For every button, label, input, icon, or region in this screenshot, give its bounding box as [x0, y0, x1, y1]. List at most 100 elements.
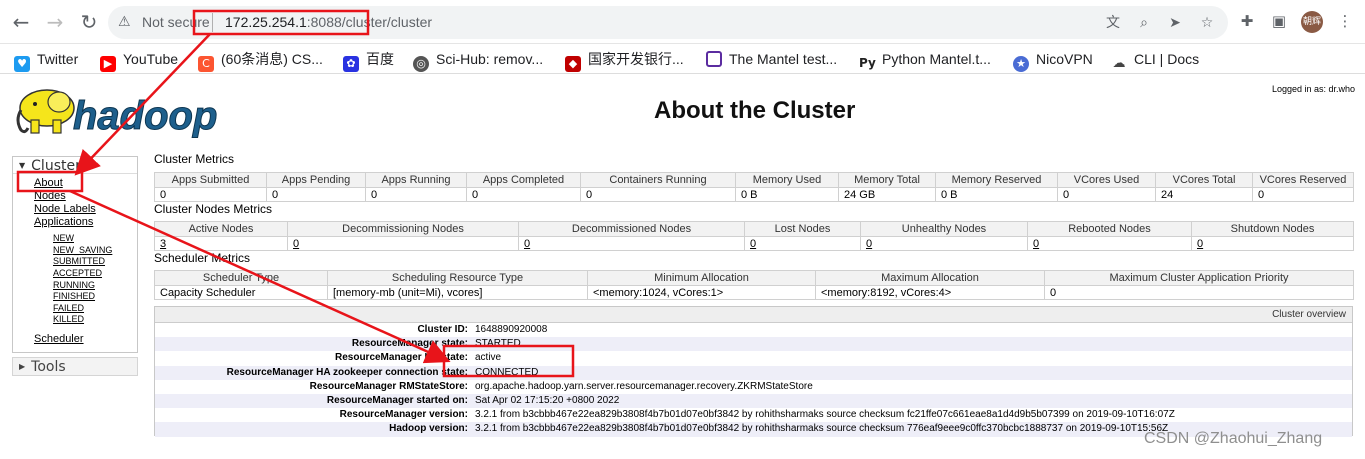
column-header: Containers Running	[580, 172, 736, 188]
sidebar-link-scheduler[interactable]: Scheduler	[34, 333, 84, 345]
table-cell: 0	[154, 187, 267, 202]
table-cell: <memory:8192, vCores:4>	[815, 285, 1045, 300]
column-header: Active Nodes	[154, 221, 288, 237]
sidebar-app-state[interactable]: FINISHED	[53, 291, 95, 301]
cluster-metrics-title: Cluster Metrics	[154, 152, 235, 166]
side-panel-icon[interactable]: ▣	[1268, 10, 1290, 32]
back-arrow-icon[interactable]: ←	[8, 9, 34, 35]
cluster-overview-title: Cluster overview	[155, 307, 1352, 323]
url-host: 172.25.254.1	[225, 14, 307, 30]
table-cell: 0	[266, 187, 366, 202]
column-header: Apps Running	[365, 172, 467, 188]
omnibox-separator	[212, 13, 213, 32]
profile-avatar[interactable]: 朝辉	[1301, 11, 1323, 33]
rebooted-nodes-link[interactable]: 0	[1027, 236, 1192, 251]
zoom-icon[interactable]: ⌕	[1134, 13, 1154, 33]
overview-row: ResourceManager HA zookeeper connection …	[155, 365, 1352, 380]
svg-text:hadoop: hadoop	[73, 94, 217, 138]
overview-value: STARTED	[475, 338, 521, 350]
address-bar[interactable]: ⚠ Not secure 172.25.254.1:8088/cluster/c…	[108, 6, 1228, 39]
bookmark-twitter[interactable]: ♥ Twitter	[14, 49, 78, 72]
bookmark-baidu[interactable]: ✿ 百度	[343, 49, 394, 72]
table-cell: 0	[1057, 187, 1156, 202]
sidebar-app-state[interactable]: RUNNING	[53, 280, 95, 290]
sidebar-link-applications[interactable]: Applications	[34, 216, 93, 228]
column-header: Scheduler Type	[154, 270, 328, 286]
overview-label: ResourceManager started on:	[326, 394, 468, 406]
bookmark-star-icon[interactable]: ☆	[1197, 13, 1217, 33]
overview-value: org.apache.hadoop.yarn.server.resourcema…	[475, 380, 813, 392]
sidebar-app-state[interactable]: ACCEPTED	[53, 268, 102, 278]
extensions-puzzle-icon[interactable]: ✚	[1236, 10, 1258, 32]
table-cell: 24 GB	[838, 187, 936, 202]
py-icon: Py	[859, 55, 876, 71]
node-metrics-title: Cluster Nodes Metrics	[154, 202, 273, 216]
table-header-row: Apps Submitted Apps Pending Apps Running…	[154, 172, 1354, 188]
sidebar-app-state[interactable]: SUBMITTED	[53, 256, 105, 266]
hadoop-page: Logged in as: dr.who hadoop About the Cl…	[0, 75, 1365, 459]
column-header: VCores Total	[1155, 172, 1253, 188]
forward-arrow-icon[interactable]: →	[42, 9, 68, 35]
sidebar-tools-header[interactable]: ▶ Tools	[12, 357, 138, 376]
overview-label: Hadoop version:	[389, 423, 468, 435]
shutdown-nodes-link[interactable]: 0	[1191, 236, 1354, 251]
table-cell: 24	[1155, 187, 1253, 202]
overview-label: ResourceManager HA state:	[334, 352, 468, 364]
browser-toolbar: ← → ↻ ⚠ Not secure 172.25.254.1:8088/clu…	[0, 0, 1365, 44]
lost-nodes-link[interactable]: 0	[744, 236, 861, 251]
bookmark-cdb[interactable]: ◆ 国家开发银行...	[565, 49, 684, 72]
bookmark-csdn[interactable]: C (60条消息) CS...	[198, 49, 323, 72]
sidebar-link-nodes[interactable]: Nodes	[34, 190, 66, 202]
column-header: Apps Submitted	[154, 172, 267, 188]
sidebar-link-node-labels[interactable]: Node Labels	[34, 203, 96, 215]
overview-label: ResourceManager version:	[339, 409, 468, 421]
bookmark-python-mantel[interactable]: Py Python Mantel.t...	[859, 49, 991, 71]
decommissioning-nodes-link[interactable]: 0	[287, 236, 519, 251]
overview-row: Cluster ID: 1648890920008	[155, 323, 1352, 337]
overview-label: ResourceManager RMStateStore:	[309, 380, 468, 392]
overview-row: ResourceManager version: 3.2.1 from b3cbb…	[155, 408, 1352, 422]
triangle-right-icon: ▶	[19, 362, 26, 371]
decommissioned-nodes-link[interactable]: 0	[518, 236, 745, 251]
column-header: Rebooted Nodes	[1027, 221, 1192, 237]
bookmark-nicovpn[interactable]: ★ NicoVPN	[1013, 49, 1093, 72]
bookmark-youtube[interactable]: ▶ YouTube	[100, 49, 178, 72]
sidebar-link-about[interactable]: About	[34, 177, 63, 189]
sidebar-app-state[interactable]: FAILED	[53, 303, 84, 313]
active-nodes-link[interactable]: 3	[154, 236, 288, 251]
bookmark-mantel[interactable]: The Mantel test...	[706, 49, 837, 69]
sidebar-cluster-header[interactable]: ▼ Cluster	[13, 157, 137, 174]
send-tab-icon[interactable]: ➤	[1165, 13, 1185, 33]
kebab-menu-icon[interactable]: ⋮	[1334, 10, 1356, 32]
unhealthy-nodes-link[interactable]: 0	[860, 236, 1028, 251]
youtube-play-icon: ▶	[100, 56, 116, 72]
translate-icon[interactable]: 文	[1103, 13, 1123, 33]
column-header: Maximum Cluster Application Priority	[1044, 270, 1354, 286]
table-row: 3 0 0 0 0 0 0	[154, 236, 1354, 251]
table-cell: Capacity Scheduler	[154, 285, 328, 300]
overview-row: ResourceManager state: STARTED	[155, 337, 1352, 352]
overview-label: ResourceManager HA zookeeper connection …	[226, 366, 468, 378]
reload-icon[interactable]: ↻	[76, 9, 102, 35]
overview-value: active	[475, 352, 502, 364]
column-header: VCores Reserved	[1252, 172, 1354, 188]
bookmark-scihub[interactable]: ◎ Sci-Hub: remov...	[413, 49, 543, 72]
csdn-icon: C	[198, 56, 214, 72]
overview-value: 3.2.1 from b3cbbb467e22ea829b3808f4b7b01…	[475, 409, 1175, 421]
column-header: Minimum Allocation	[587, 270, 816, 286]
scihub-icon: ◎	[413, 56, 429, 72]
column-header: Scheduling Resource Type	[327, 270, 588, 286]
url-text[interactable]: 172.25.254.1:8088/cluster/cluster	[225, 14, 432, 30]
bookmark-cli-docs[interactable]: ☁ CLI | Docs	[1111, 49, 1199, 72]
sidebar-app-state[interactable]: KILLED	[53, 314, 84, 324]
sidebar-app-state[interactable]: NEW_SAVING	[53, 245, 112, 255]
table-cell: 0 B	[735, 187, 839, 202]
hadoop-logo[interactable]: hadoop	[13, 84, 237, 140]
sidebar-app-state[interactable]: NEW	[53, 233, 74, 243]
table-cell: 0 B	[935, 187, 1058, 202]
scheduler-metrics-title: Scheduler Metrics	[154, 251, 251, 265]
cdb-icon: ◆	[565, 56, 581, 72]
overview-row: ResourceManager started on: Sat Apr 02 17…	[155, 393, 1352, 409]
column-header: Decommissioned Nodes	[518, 221, 745, 237]
overview-value: 1648890920008	[475, 324, 548, 335]
